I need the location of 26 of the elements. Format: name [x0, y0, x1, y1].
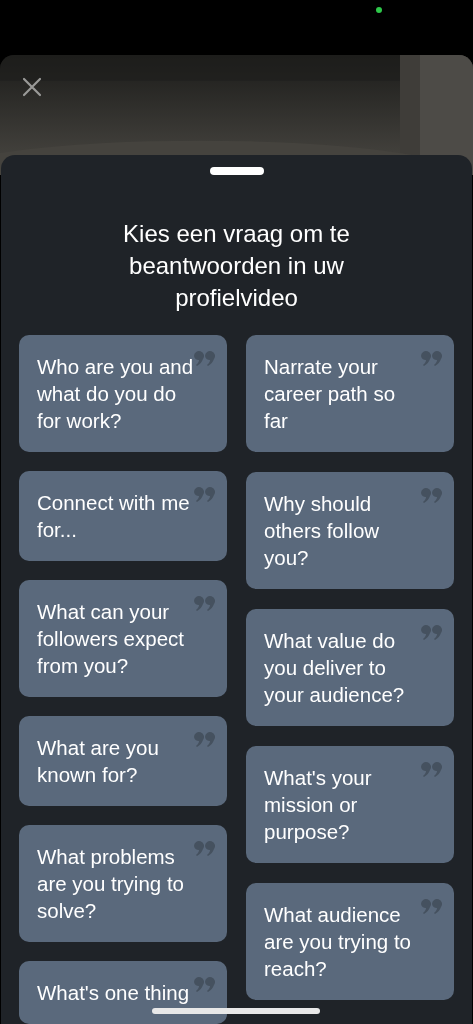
quote-icon — [192, 486, 216, 502]
quote-icon — [419, 487, 443, 503]
question-card[interactable]: What can your followers expect from you? — [19, 580, 227, 697]
quote-icon — [192, 731, 216, 747]
quote-icon — [192, 840, 216, 856]
close-button[interactable] — [20, 75, 44, 99]
question-card[interactable]: What problems are you trying to solve? — [19, 825, 227, 942]
quote-icon — [419, 761, 443, 777]
question-card[interactable]: What value do you deliver to your audience? — [246, 609, 454, 726]
sheet-title: Kies een vraag om te beantwoorden in uw profielvideo — [122, 219, 351, 313]
drag-handle[interactable] — [209, 167, 264, 175]
question-card[interactable]: Why should others follow you? — [246, 472, 454, 589]
status-dot — [376, 7, 382, 13]
question-card[interactable]: What's one thing — [19, 961, 227, 1024]
question-card[interactable]: What audience are you trying to reach? — [246, 883, 454, 1000]
question-card[interactable]: Connect with me for... — [19, 471, 227, 561]
quote-icon — [192, 595, 216, 611]
quote-icon — [192, 350, 216, 366]
quote-icon — [419, 624, 443, 640]
question-card[interactable]: Who are you and what do you do for work? — [19, 335, 227, 452]
question-card[interactable]: Narrate your career path so far — [246, 335, 454, 452]
quote-icon — [192, 976, 216, 992]
question-card[interactable]: What's your mission or purpose? — [246, 746, 454, 863]
question-card[interactable]: What are you known for? — [19, 716, 227, 806]
quote-icon — [419, 350, 443, 366]
quote-icon — [419, 898, 443, 914]
